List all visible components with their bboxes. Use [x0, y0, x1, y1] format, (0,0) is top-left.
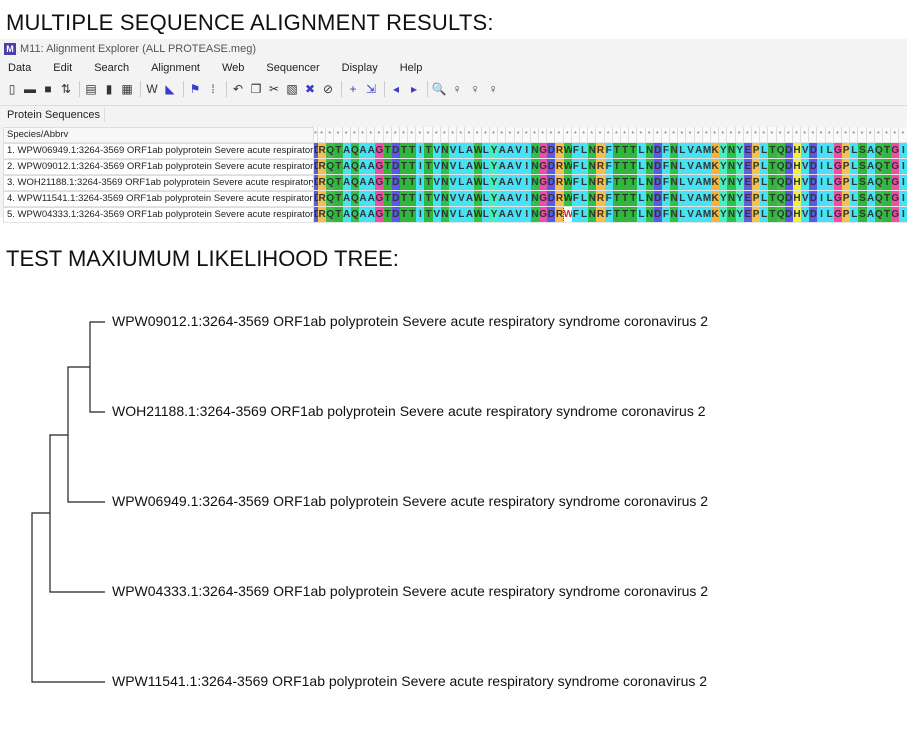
tree-leaf-label: WPW11541.1:3264-3569 ORF1ab polyprotein … — [112, 673, 707, 689]
tree-leaf-label: WPW06949.1:3264-3569 ORF1ab polyprotein … — [112, 493, 708, 509]
branch-clade-1 — [90, 322, 105, 412]
tree-leaf-label: WPW04333.1:3264-3569 ORF1ab polyprotein … — [112, 583, 708, 599]
phylogenetic-tree — [0, 0, 907, 736]
branch-clade-3 — [50, 435, 105, 592]
tree-leaf-label: WPW09012.1:3264-3569 ORF1ab polyprotein … — [112, 313, 708, 329]
tree-leaf-label: WOH21188.1:3264-3569 ORF1ab polyprotein … — [112, 403, 706, 419]
branch-root — [32, 513, 105, 682]
branch-clade-2 — [68, 367, 105, 502]
